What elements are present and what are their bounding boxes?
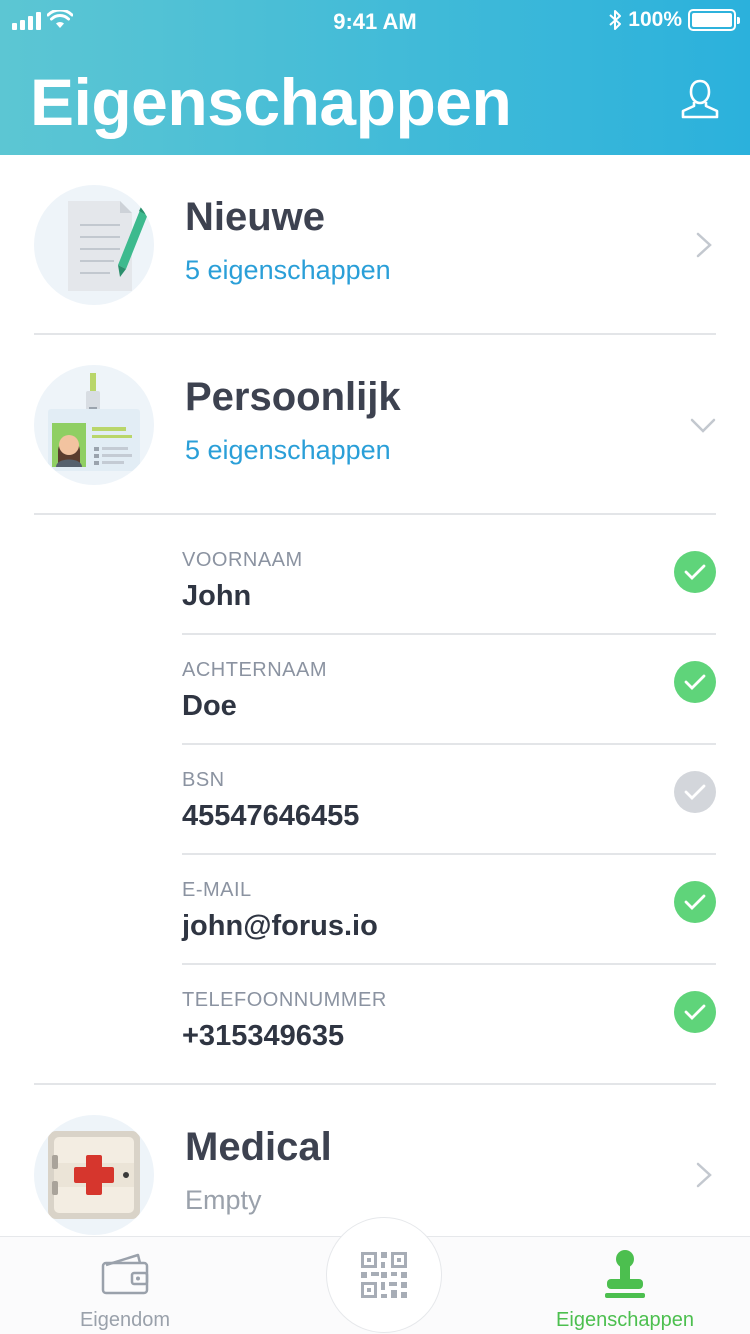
property-value: Doe (182, 690, 237, 722)
property-label: VOORNAAM (182, 549, 303, 571)
property-value: John (182, 580, 252, 612)
user-icon[interactable] (680, 78, 720, 120)
category-persoonlijk[interactable]: Persoonlijk 5 eigenschappen (34, 335, 716, 515)
tab-bar: Eigendom Eigenschappen (0, 1217, 750, 1334)
id-badge-icon (34, 365, 154, 485)
tab-label: Eigendom (79, 1309, 171, 1331)
property-label: TELEFOONNUMMER (182, 989, 387, 1011)
status-bar: 9:41 AM 100% (0, 0, 750, 42)
tab-eigendom[interactable]: Eigendom (30, 1237, 220, 1334)
category-subtitle: 5 eigenschappen (185, 255, 391, 285)
document-pen-icon (34, 185, 154, 305)
tab-label: Eigenschappen (556, 1309, 694, 1331)
wallet-icon (101, 1253, 149, 1295)
property-label: ACHTERNAAM (182, 659, 328, 681)
chevron-right-icon (696, 232, 712, 258)
battery-percent: 100% (628, 8, 682, 31)
property-row-telefoonnummer[interactable]: TELEFOONNUMMER +315349635 (182, 965, 716, 1075)
tab-eigenschappen[interactable]: Eigenschappen (530, 1237, 720, 1334)
property-value: john@forus.io (182, 910, 378, 942)
verified-check-icon (674, 991, 716, 1033)
property-row-achternaam[interactable]: ACHTERNAAM Doe (182, 635, 716, 745)
unverified-check-icon (674, 771, 716, 813)
property-row-bsn[interactable]: BSN 45547646455 (182, 745, 716, 855)
battery-icon (688, 9, 740, 31)
first-aid-kit-icon (34, 1115, 154, 1235)
verified-check-icon (674, 551, 716, 593)
qr-code-icon (361, 1252, 407, 1298)
property-label: BSN (182, 769, 225, 791)
stamp-icon (605, 1250, 645, 1298)
category-title: Medical (185, 1125, 332, 1169)
bluetooth-icon (609, 10, 622, 30)
qr-scan-button[interactable] (326, 1217, 442, 1333)
chevron-right-icon (696, 1162, 712, 1188)
property-value: +315349635 (182, 1020, 345, 1052)
page-title: Eigenschappen (30, 65, 512, 139)
header: 9:41 AM 100% Eigenschappen (0, 0, 750, 155)
property-row-voornaam[interactable]: VOORNAAM John (182, 525, 716, 635)
category-title: Persoonlijk (185, 375, 401, 419)
property-row-email[interactable]: E-MAIL john@forus.io (182, 855, 716, 965)
category-subtitle: 5 eigenschappen (185, 435, 391, 465)
verified-check-icon (674, 881, 716, 923)
category-subtitle: Empty (185, 1185, 262, 1215)
property-value: 45547646455 (182, 800, 360, 832)
category-title: Nieuwe (185, 195, 326, 239)
status-right: 100% (608, 8, 740, 32)
chevron-down-icon (690, 418, 716, 433)
category-nieuwe[interactable]: Nieuwe 5 eigenschappen (34, 155, 716, 335)
property-label: E-MAIL (182, 879, 252, 901)
verified-check-icon (674, 661, 716, 703)
